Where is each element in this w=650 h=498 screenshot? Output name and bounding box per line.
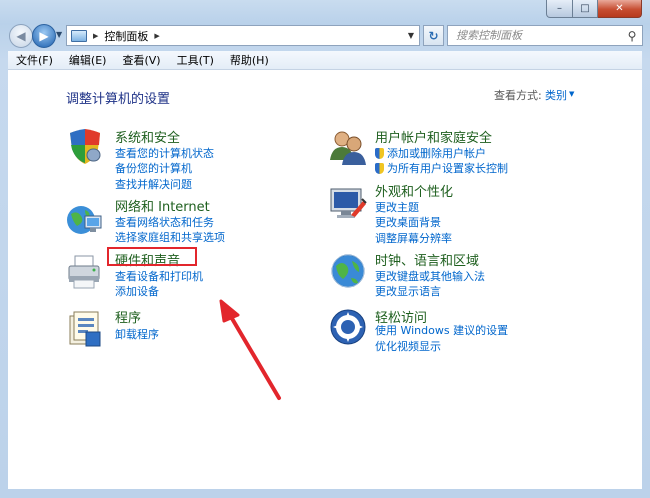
clock-globe-icon[interactable] (329, 252, 367, 290)
user-accounts-icon[interactable] (329, 128, 367, 166)
breadcrumb-arrow-icon[interactable]: ▶ (154, 32, 159, 40)
refresh-icon: ↻ (428, 28, 439, 43)
category-user-accounts[interactable]: 用户帐户和家庭安全 (375, 127, 492, 146)
back-button[interactable]: ◀ (9, 24, 33, 48)
link-change-desktop-background[interactable]: 更改桌面背景 (375, 214, 441, 230)
link-parental-controls[interactable]: 为所有用户设置家长控制 (375, 160, 508, 176)
view-by-label: 查看方式: (494, 89, 542, 102)
view-by-dropdown[interactable]: 类别 (545, 87, 567, 103)
maximize-button[interactable]: □ (573, 0, 598, 18)
breadcrumb-arrow-icon[interactable]: ▶ (93, 32, 98, 40)
search-input[interactable] (454, 28, 622, 43)
address-bar[interactable]: ▶ 控制面板 ▶ ▼ (66, 25, 420, 46)
category-appearance[interactable]: 外观和个性化 (375, 181, 453, 200)
link-change-display-language[interactable]: 更改显示语言 (375, 283, 441, 299)
menu-edit[interactable]: 编辑(E) (61, 52, 115, 68)
page-title: 调整计算机的设置 (66, 92, 171, 107)
recent-pages-dropdown-icon[interactable]: ▼ (56, 30, 62, 39)
category-programs[interactable]: 程序 (115, 307, 141, 326)
link-label: 添加或删除用户帐户 (387, 147, 486, 160)
menu-help[interactable]: 帮助(H) (222, 52, 277, 68)
uac-shield-icon (375, 162, 384, 174)
link-add-device[interactable]: 添加设备 (115, 283, 159, 299)
close-button[interactable]: ✕ (598, 0, 642, 18)
link-view-computer-status[interactable]: 查看您的计算机状态 (115, 145, 214, 161)
window-frame: – □ ✕ ◀ ▶ ▼ ▶ 控制面板 ▶ ▼ ↻ ⚲ 文件(F) 编辑(E) 查… (0, 0, 650, 498)
link-uninstall-program[interactable]: 卸载程序 (115, 326, 159, 342)
appearance-monitor-icon[interactable] (329, 185, 367, 223)
highlight-rectangle (107, 247, 197, 266)
content-pane: 调整计算机的设置 查看方式: 类别 ▼ 系统和安全 查看您的计算机状态 备份您的… (8, 70, 642, 489)
menu-view[interactable]: 查看(V) (114, 52, 168, 68)
network-globe-icon[interactable] (65, 200, 103, 238)
menu-tools[interactable]: 工具(T) (169, 52, 222, 68)
menu-bar: 文件(F) 编辑(E) 查看(V) 工具(T) 帮助(H) (8, 51, 642, 70)
caption-buttons: – □ ✕ (546, 0, 642, 18)
forward-button[interactable]: ▶ (32, 24, 56, 48)
search-icon[interactable]: ⚲ (622, 29, 642, 43)
ease-of-access-icon[interactable] (329, 308, 367, 346)
breadcrumb-control-panel[interactable]: 控制面板 (104, 28, 148, 44)
control-panel-icon (71, 29, 87, 42)
link-backup-computer[interactable]: 备份您的计算机 (115, 160, 192, 176)
link-homegroup-sharing[interactable]: 选择家庭组和共享选项 (115, 229, 225, 245)
chevron-down-icon[interactable]: ▼ (569, 90, 574, 98)
link-adjust-resolution[interactable]: 调整屏幕分辨率 (375, 230, 452, 246)
category-system-security[interactable]: 系统和安全 (115, 127, 180, 146)
link-devices-printers[interactable]: 查看设备和打印机 (115, 268, 203, 284)
link-change-keyboard[interactable]: 更改键盘或其他输入法 (375, 268, 485, 284)
navigation-bar: ◀ ▶ ▼ ▶ 控制面板 ▶ ▼ ↻ ⚲ (0, 22, 650, 48)
uac-shield-icon (375, 147, 384, 159)
system-security-shield-icon[interactable] (66, 127, 104, 165)
category-network-internet[interactable]: 网络和 Internet (115, 196, 210, 215)
menu-file[interactable]: 文件(F) (8, 52, 61, 68)
programs-icon[interactable] (66, 310, 104, 348)
link-find-fix-problems[interactable]: 查找并解决问题 (115, 176, 192, 192)
address-history-dropdown-icon[interactable]: ▼ (403, 31, 419, 40)
refresh-button[interactable]: ↻ (423, 25, 444, 46)
link-label: 为所有用户设置家长控制 (387, 162, 508, 175)
link-optimize-video-display[interactable]: 优化视频显示 (375, 338, 441, 354)
link-view-network-status[interactable]: 查看网络状态和任务 (115, 214, 214, 230)
category-clock-language-region[interactable]: 时钟、语言和区域 (375, 250, 479, 269)
minimize-button[interactable]: – (546, 0, 573, 18)
link-change-theme[interactable]: 更改主题 (375, 199, 419, 215)
printer-icon[interactable] (65, 252, 103, 290)
link-recommended-settings[interactable]: 使用 Windows 建议的设置 (375, 322, 508, 338)
search-box[interactable]: ⚲ (447, 25, 643, 46)
link-add-remove-accounts[interactable]: 添加或删除用户帐户 (375, 145, 486, 161)
